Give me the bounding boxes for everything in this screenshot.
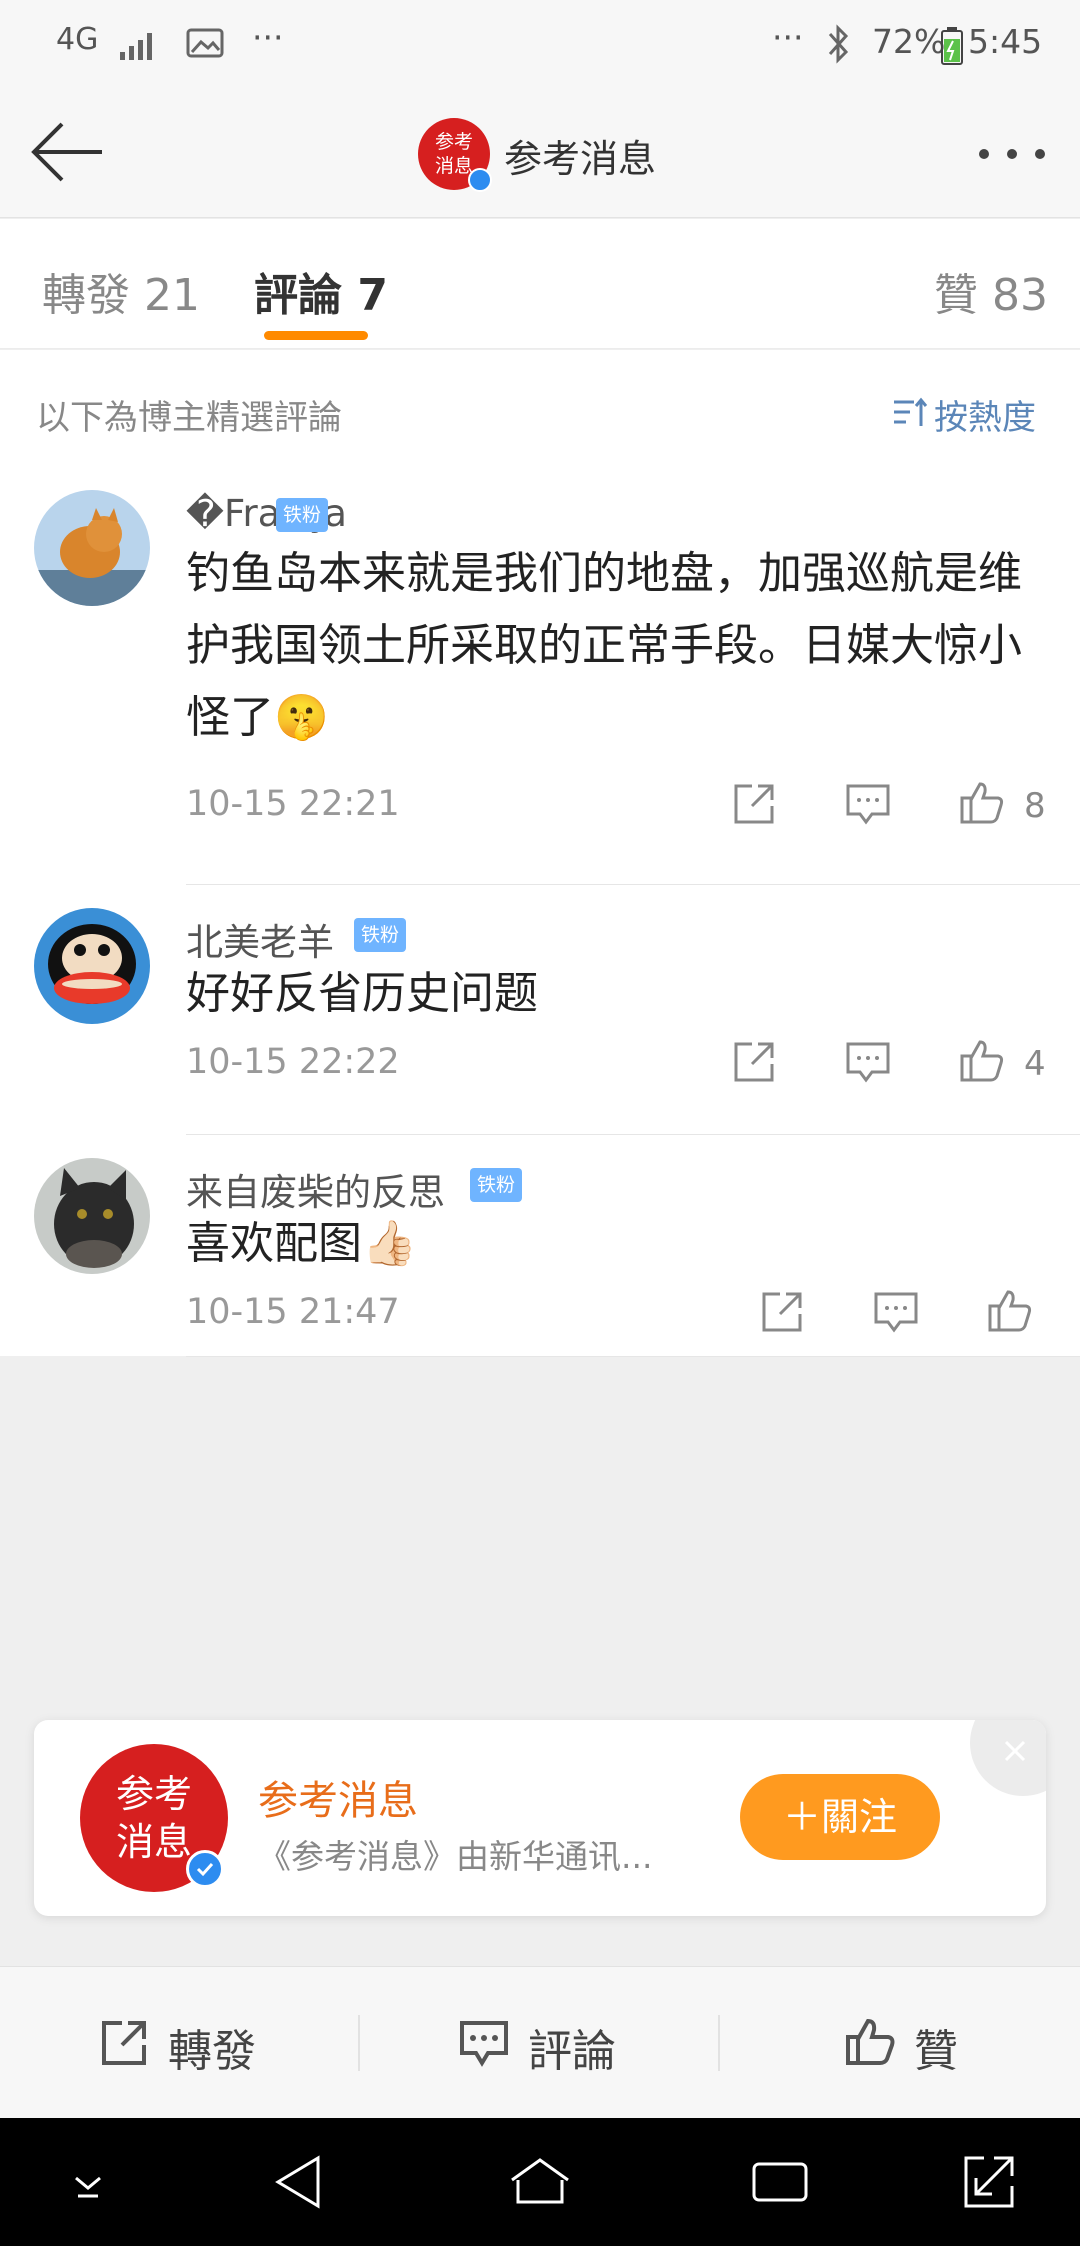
like-count: 8 <box>1024 786 1046 826</box>
active-tab-indicator <box>264 331 368 340</box>
clock: 5:45 <box>968 22 1043 61</box>
share-icon[interactable] <box>758 1288 806 1336</box>
repost-button[interactable]: 轉發 <box>0 1967 360 2119</box>
avatar[interactable] <box>34 1158 150 1274</box>
comment-text: 钓鱼岛本来就是我们的地盘，加强巡航是维护我国领土所采取的正常手段。日媒大惊小怪了… <box>186 548 1022 743</box>
close-card-button[interactable] <box>970 1720 1046 1796</box>
thumbs-up-icon <box>846 2018 895 2065</box>
more-icon[interactable] <box>976 146 1048 162</box>
like-count: 4 <box>1024 1044 1046 1084</box>
battery-icon <box>941 27 963 65</box>
share-icon[interactable] <box>730 1038 778 1086</box>
sort-label: 按熱度 <box>934 398 1036 438</box>
tab-comments[interactable]: 評論 7 <box>254 259 388 323</box>
home-icon[interactable] <box>508 2150 572 2214</box>
status-bar: 4G ··· ··· 72% 5:45 <box>0 0 1080 90</box>
comment-button[interactable]: 評論 <box>360 1967 720 2119</box>
like-icon[interactable] <box>986 1286 1034 1334</box>
comment-item: 来自废柴的反思 铁粉 喜欢配图👍🏻 10-15 21:47 <box>0 1136 1080 1358</box>
fan-badge: 铁粉 <box>470 1168 523 1202</box>
back-arrow-icon[interactable] <box>28 120 106 184</box>
tab-bar: 轉發 21 評論 7 贊 83 <box>0 219 1080 349</box>
recommended-account-name[interactable]: 参考消息 <box>258 1768 418 1826</box>
recent-apps-icon[interactable] <box>748 2150 812 2214</box>
comment-timestamp: 10-15 22:21 <box>186 784 400 824</box>
like-icon[interactable] <box>958 778 1006 826</box>
back-icon[interactable] <box>268 2150 332 2214</box>
system-navigation-bar <box>0 2118 1080 2246</box>
comments-list: 以下為博主精選評論 按熱度 �França 铁粉 钓鱼岛本来就是我们的地盘，加强… <box>0 350 1080 1358</box>
follow-button[interactable]: ＋關注 <box>740 1774 940 1860</box>
repost-icon <box>102 2021 146 2065</box>
account-avatar[interactable]: 参考消息 <box>418 118 492 192</box>
cat-avatar-image <box>34 490 150 606</box>
comment-text: 好好反省历史问题 <box>186 968 538 1019</box>
recommended-account-avatar[interactable]: 参考消息 <box>80 1744 228 1892</box>
sort-icon <box>894 397 928 426</box>
expand-screen-icon[interactable] <box>956 2150 1020 2214</box>
comment-timestamp: 10-15 21:47 <box>186 1292 400 1332</box>
divider <box>186 1134 1080 1135</box>
share-icon[interactable] <box>730 780 778 828</box>
header: 参考消息 参考消息 <box>0 90 1080 218</box>
avatar[interactable] <box>34 490 150 606</box>
network-indicator: 4G <box>56 22 99 57</box>
bluetooth-icon <box>828 24 849 64</box>
avatar[interactable] <box>34 908 150 1024</box>
recommended-account-description: 《参考消息》由新华通讯... <box>258 1837 653 1876</box>
logo-text: 参考消息 <box>115 1772 192 1864</box>
notification-more: ··· <box>772 18 804 57</box>
battery-percent: 72% <box>872 22 946 61</box>
reply-icon[interactable] <box>844 1038 892 1086</box>
tab-reposts[interactable]: 轉發 21 <box>42 259 200 323</box>
overflow-indicator: ··· <box>252 18 284 57</box>
tab-likes[interactable]: 贊 83 <box>934 259 1048 323</box>
divider <box>186 1356 1080 1357</box>
like-button[interactable]: 贊 <box>720 1967 1080 2119</box>
header-title: 参考消息 <box>504 137 657 181</box>
gallery-icon <box>186 28 224 58</box>
verified-icon <box>468 168 492 192</box>
hide-keyboard-icon[interactable] <box>56 2150 120 2214</box>
like-icon[interactable] <box>958 1036 1006 1084</box>
divider <box>186 884 1080 885</box>
signal-icon <box>120 33 152 60</box>
comment-timestamp: 10-15 22:22 <box>186 1042 400 1082</box>
bottom-toolbar: 轉發 評論 贊 <box>0 1966 1080 2118</box>
fan-badge: 铁粉 <box>276 498 329 532</box>
checkmark-icon <box>196 1862 214 1877</box>
selected-comments-hint: 以下為博主精選評論 <box>36 398 342 438</box>
fan-badge: 铁粉 <box>354 918 407 952</box>
comment-item: 北美老羊 铁粉 好好反省历史问题 10-15 22:22 4 <box>0 886 1080 1136</box>
repost-label: 轉發 <box>168 2026 256 2077</box>
reply-icon[interactable] <box>844 780 892 828</box>
verified-icon <box>186 1850 224 1888</box>
close-icon <box>1004 1740 1026 1762</box>
black-cat-avatar-image <box>34 1158 150 1274</box>
comment-text: 喜欢配图👍🏻 <box>186 1218 417 1269</box>
comment-item: �França 铁粉 钓鱼岛本来就是我们的地盘，加强巡航是维护我国领土所采取的正… <box>0 490 1080 886</box>
monkey-avatar-image <box>34 908 150 1024</box>
reply-icon[interactable] <box>872 1288 920 1336</box>
comment-icon <box>460 2021 508 2067</box>
comment-label: 評論 <box>528 2026 616 2077</box>
like-label: 贊 <box>914 2026 958 2077</box>
follow-recommendation-card: 参考消息 参考消息 《参考消息》由新华通讯... ＋關注 <box>34 1720 1046 1916</box>
